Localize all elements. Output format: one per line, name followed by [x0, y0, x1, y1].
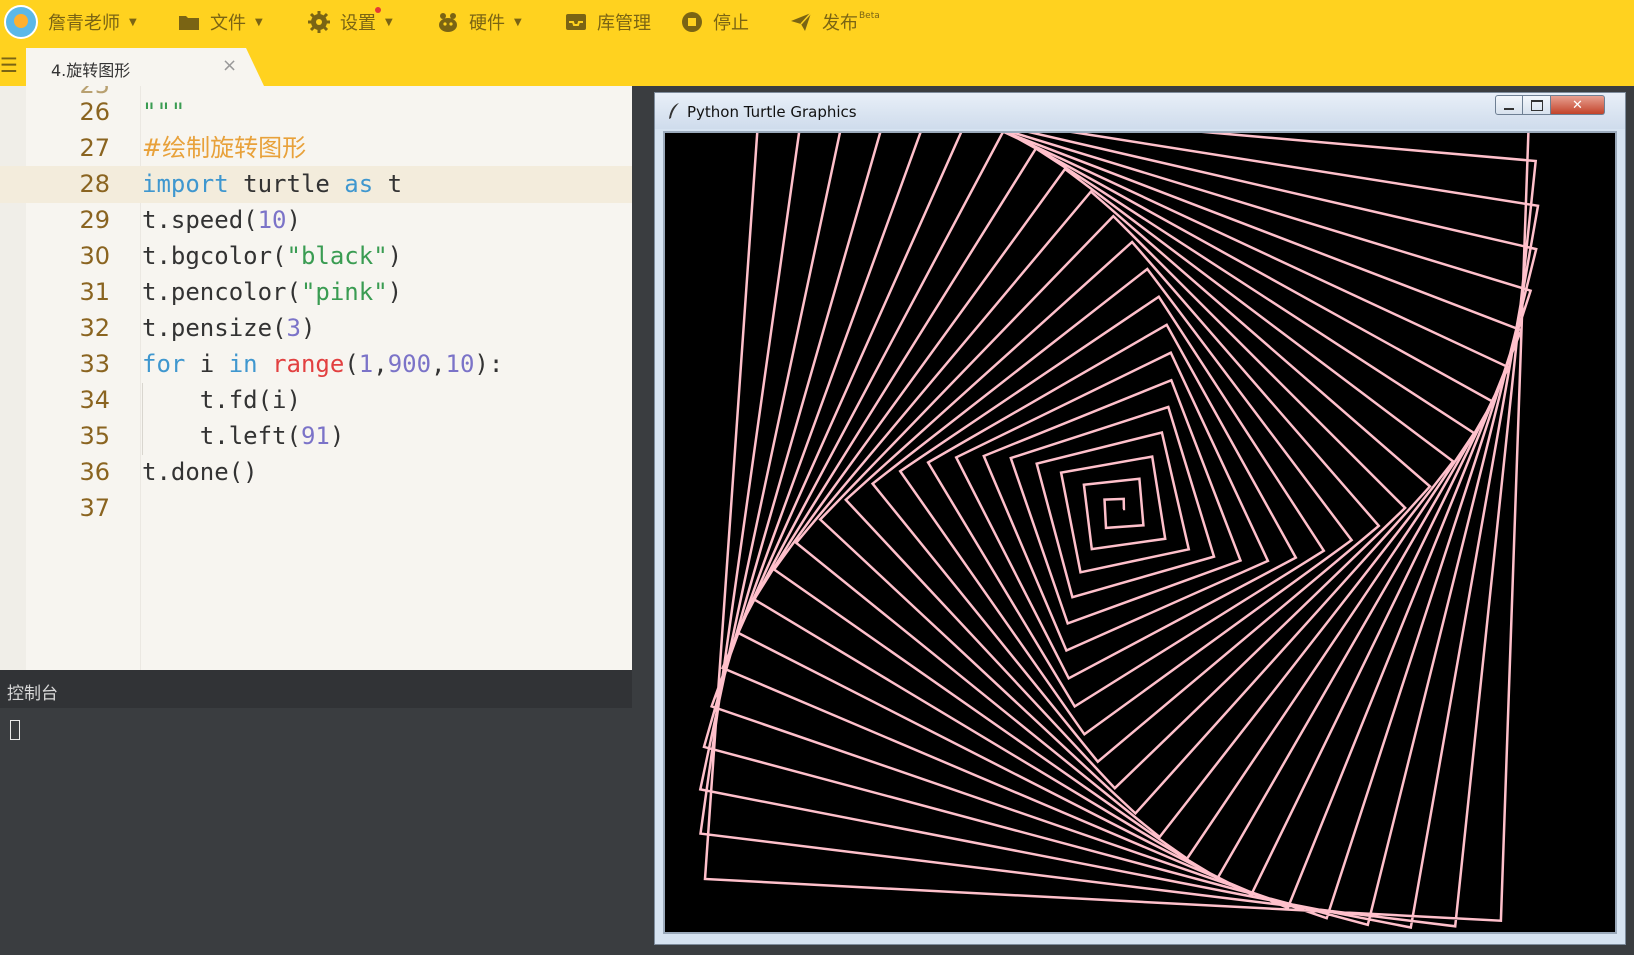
chevron-down-icon: ▼	[385, 16, 393, 28]
console-header: 控制台	[0, 670, 632, 708]
maximize-button[interactable]	[1523, 95, 1551, 115]
line-code: #绘制旋转图形	[142, 134, 307, 162]
inbox-icon	[566, 14, 586, 30]
user-name: 詹青老师	[48, 13, 120, 34]
turtle-canvas[interactable]	[663, 131, 1617, 934]
hardware-icon	[439, 13, 457, 32]
line-code: t.bgcolor("black")	[142, 242, 403, 270]
file-menu[interactable]: 文件 ▼	[178, 6, 263, 38]
code-line-current[interactable]: 28 import turtle as t	[0, 166, 632, 203]
line-number: 36	[79, 458, 110, 486]
chevron-down-icon: ▼	[514, 16, 522, 28]
line-code: t.done()	[142, 458, 258, 486]
code-line[interactable]: 33 for i in range(1,900,10):	[0, 346, 632, 383]
code-line[interactable]: 35 t.left(91)	[0, 418, 632, 455]
settings-menu[interactable]: 设置 ▼	[308, 6, 393, 38]
avatar	[4, 5, 38, 39]
line-number: 35	[79, 422, 110, 450]
minimize-icon	[1504, 108, 1514, 110]
hardware-menu-label: 硬件	[469, 13, 505, 34]
notification-dot	[375, 7, 381, 13]
maximize-icon	[1530, 99, 1543, 111]
close-button[interactable]: ✕	[1551, 95, 1605, 115]
line-number: 37	[79, 494, 110, 522]
close-icon[interactable]: ×	[222, 55, 237, 76]
tab-label: 4.旋转图形	[51, 61, 131, 80]
line-number: 26	[79, 98, 110, 126]
line-code: """	[142, 98, 186, 126]
window-titlebar[interactable]: Python Turtle Graphics ✕	[655, 93, 1625, 129]
close-icon: ✕	[1572, 97, 1583, 113]
library-label: 库管理	[597, 13, 651, 34]
publish-button[interactable]: 发布 Beta	[790, 6, 880, 38]
folder-icon	[179, 16, 199, 30]
line-code: t.speed(10)	[142, 206, 301, 234]
line-number: 32	[79, 314, 110, 342]
stop-icon	[682, 12, 702, 32]
publish-label: 发布	[822, 13, 858, 34]
line-number: 33	[79, 350, 110, 378]
line-code: t.pencolor("pink")	[142, 278, 403, 306]
spiral-drawing	[698, 133, 1540, 929]
feather-icon	[669, 103, 679, 119]
spiral-path	[698, 133, 1540, 929]
minimize-button[interactable]	[1495, 95, 1523, 115]
indent-guide	[142, 383, 143, 455]
line-number: 29	[79, 206, 110, 234]
console-cursor	[10, 720, 20, 740]
code-line[interactable]: 32 t.pensize(3)	[0, 310, 632, 347]
line-number: 31	[79, 278, 110, 306]
library-button[interactable]: 库管理	[565, 6, 651, 38]
chevron-down-icon: ▼	[255, 16, 263, 28]
code-line[interactable]: 26 """	[0, 94, 632, 131]
toolbar: 詹青老师 ▼ 文件 ▼ 设置 ▼ 硬件 ▼ 库管理 停止 发布 Beta ☰ 4…	[0, 0, 1634, 86]
menu-lines-icon[interactable]: ☰	[0, 55, 18, 75]
line-number: 27	[79, 134, 110, 162]
line-code: for i in range(1,900,10):	[142, 350, 504, 378]
line-code: t.pensize(3)	[142, 314, 316, 342]
console-title: 控制台	[7, 684, 58, 704]
chevron-down-icon: ▼	[129, 16, 137, 28]
line-code: t.left(91)	[142, 422, 345, 450]
code-line[interactable]: 31 t.pencolor("pink")	[0, 274, 632, 311]
file-menu-label: 文件	[210, 13, 246, 34]
code-line[interactable]: 37	[0, 490, 632, 527]
tab-file[interactable]: 4.旋转图形 ×	[26, 48, 264, 86]
console-panel[interactable]: 控制台	[0, 670, 632, 955]
code-line[interactable]: 36 t.done()	[0, 454, 632, 491]
line-number: 30	[79, 242, 110, 270]
beta-badge: Beta	[859, 11, 880, 21]
line-number: 28	[79, 170, 110, 198]
hardware-menu[interactable]: 硬件 ▼	[437, 6, 522, 38]
gear-icon	[308, 11, 330, 33]
code-line[interactable]: 30 t.bgcolor("black")	[0, 238, 632, 275]
line-code: t.fd(i)	[142, 386, 301, 414]
code-line[interactable]: 34 t.fd(i)	[0, 382, 632, 419]
stop-button[interactable]: 停止	[681, 6, 749, 38]
window-controls: ✕	[1495, 95, 1619, 117]
settings-menu-label: 设置	[340, 13, 376, 34]
turtle-window[interactable]: Python Turtle Graphics ✕	[654, 92, 1626, 945]
code-line[interactable]: 27 #绘制旋转图形	[0, 130, 632, 167]
code-editor[interactable]: 25 26 """ 27 #绘制旋转图形 28 import turtle as…	[0, 86, 632, 670]
stop-label: 停止	[713, 13, 749, 34]
line-number: 34	[79, 386, 110, 414]
line-code: import turtle as t	[142, 170, 403, 198]
user-menu[interactable]: 詹青老师 ▼	[4, 5, 137, 39]
paper-plane-icon	[791, 12, 812, 31]
window-title: Python Turtle Graphics	[687, 103, 857, 121]
code-line[interactable]: 29 t.speed(10)	[0, 202, 632, 239]
